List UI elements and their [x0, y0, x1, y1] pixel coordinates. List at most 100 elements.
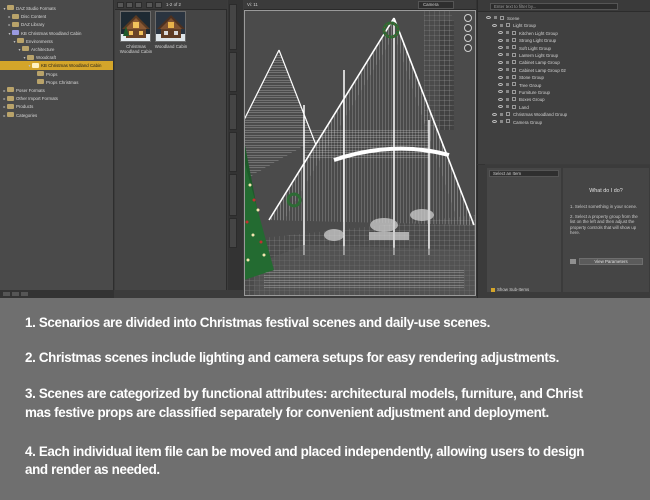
vertical-tab-strip: [228, 0, 243, 290]
lock-icon[interactable]: [506, 97, 509, 101]
scene-item[interactable]: Lantern Light Group: [486, 52, 648, 59]
lock-icon[interactable]: [494, 16, 497, 20]
grid-view-icon[interactable]: [126, 2, 133, 8]
side-tab[interactable]: [229, 218, 237, 248]
scene-item[interactable]: Boxes Group: [486, 96, 648, 103]
side-tab[interactable]: [229, 132, 237, 172]
visibility-icon[interactable]: [498, 105, 503, 109]
library-tree-item[interactable]: ▸ Categories: [0, 111, 113, 120]
zoom-icon[interactable]: [464, 34, 472, 42]
visibility-icon[interactable]: [498, 38, 503, 42]
visibility-icon[interactable]: [498, 60, 503, 64]
scene-item-label: Cabinet Lamp Group: [519, 60, 560, 66]
group-icon: [512, 89, 516, 94]
visibility-icon[interactable]: [498, 31, 503, 35]
scene-item[interactable]: Christmas Woodland Group: [486, 111, 648, 118]
lock-icon[interactable]: [506, 68, 509, 72]
scene-item[interactable]: Light Group: [486, 22, 648, 29]
group-icon: [500, 15, 504, 20]
side-tab[interactable]: [229, 174, 237, 216]
scene-item-label: Stone Group: [519, 75, 544, 81]
visibility-icon[interactable]: [492, 112, 497, 116]
library-tab[interactable]: [21, 292, 28, 296]
side-tab[interactable]: [229, 4, 237, 50]
scene-item-label: Christmas Woodland Group: [513, 112, 568, 118]
group-icon: [512, 38, 516, 43]
view-parameters-button[interactable]: View Parameters: [579, 258, 643, 265]
menu-icon[interactable]: [117, 2, 124, 8]
camera-dropdown[interactable]: Camera: [418, 1, 454, 9]
visibility-icon[interactable]: [498, 68, 503, 72]
next-page-icon[interactable]: [155, 2, 162, 8]
lock-icon[interactable]: [500, 112, 503, 116]
scene-item[interactable]: Stone Group: [486, 74, 648, 81]
visibility-icon[interactable]: [498, 82, 503, 86]
scene-item-label: Strong Light Group: [519, 38, 557, 44]
scene-item-label: Kitchen Light Group: [519, 30, 558, 36]
thumbnail-label: Christmas Woodland Cabin: [119, 44, 153, 54]
visibility-icon[interactable]: [498, 45, 503, 49]
scene-item[interactable]: Kitchen Light Group: [486, 30, 648, 37]
show-subitems-toggle[interactable]: Show Sub-Items: [491, 287, 529, 292]
scene-search-input[interactable]: Enter text to filter by...: [490, 3, 618, 10]
scene-search-placeholder: Enter text to filter by...: [494, 4, 537, 9]
visibility-icon[interactable]: [498, 53, 503, 57]
scene-item-label: Light Group: [513, 23, 536, 29]
scene-item[interactable]: Scene: [486, 15, 648, 22]
checkbox-icon[interactable]: [491, 287, 495, 292]
list-view-icon[interactable]: [135, 2, 142, 8]
visibility-icon[interactable]: [492, 119, 497, 123]
folder-icon: [7, 111, 14, 117]
show-subitems-label: Show Sub-Items: [497, 287, 530, 292]
folder-icon: [7, 95, 14, 101]
scene-item[interactable]: Furniture Group: [486, 89, 648, 96]
help-step: 2. Select a property group from the list…: [570, 214, 638, 236]
library-tree-label: Environments: [26, 38, 53, 44]
library-tree-label: KB Christmas Woodland Cabin: [21, 30, 82, 36]
scene-item[interactable]: Cabinet Lamp Group: [486, 59, 648, 66]
dolly-icon[interactable]: [464, 44, 472, 52]
visibility-icon[interactable]: [492, 23, 497, 27]
lock-icon[interactable]: [500, 23, 503, 27]
library-tree-label: Categories: [16, 112, 38, 118]
lock-icon[interactable]: [506, 105, 509, 109]
visibility-icon[interactable]: [498, 97, 503, 101]
woodland-cabin-thumbnail[interactable]: [155, 11, 186, 42]
visibility-icon[interactable]: [498, 90, 503, 94]
lock-icon[interactable]: [506, 31, 509, 35]
side-tab[interactable]: [229, 52, 237, 92]
lock-icon[interactable]: [506, 38, 509, 42]
side-tab[interactable]: [229, 94, 237, 130]
group-icon: [506, 112, 510, 117]
scene-item[interactable]: Camera Group: [486, 119, 648, 126]
lock-icon[interactable]: [506, 90, 509, 94]
scene-item[interactable]: Strong Light Group: [486, 37, 648, 44]
orbit-icon[interactable]: [464, 14, 472, 22]
visibility-icon[interactable]: [486, 16, 491, 20]
scene-item[interactable]: Cabinet Lamp Group 02: [486, 67, 648, 74]
info-line: mas festive props are classified separat…: [25, 405, 549, 420]
lock-icon[interactable]: [506, 60, 509, 64]
library-tree-label: DAZ Studio Formats: [16, 6, 56, 11]
visibility-icon[interactable]: [498, 75, 503, 79]
folder-icon: [12, 13, 19, 19]
folder-icon: [7, 103, 14, 109]
library-tab[interactable]: [3, 292, 10, 296]
scene-item[interactable]: Land: [486, 104, 648, 111]
scene-item[interactable]: Tree Group: [486, 82, 648, 89]
scene-item[interactable]: Soft Light Group: [486, 45, 648, 52]
select-item-dropdown[interactable]: Select an Item: [489, 170, 559, 177]
lock-icon[interactable]: [500, 119, 503, 123]
previous-page-icon[interactable]: [146, 2, 153, 8]
library-tab[interactable]: [12, 292, 19, 296]
3d-viewport[interactable]: Vi: 11 Camera: [244, 0, 476, 296]
tool-settings-panel: Select an Item Show Sub-Items What do I …: [477, 165, 650, 298]
pan-icon[interactable]: [464, 24, 472, 32]
lock-icon[interactable]: [506, 53, 509, 57]
scene-item-label: Soft Light Group: [519, 45, 551, 51]
lock-icon[interactable]: [506, 82, 509, 86]
lock-icon[interactable]: [506, 45, 509, 49]
christmas-cabin-thumbnail[interactable]: [120, 11, 151, 42]
lock-icon[interactable]: [506, 75, 509, 79]
library-tree-label: Woodcraft: [36, 55, 56, 61]
